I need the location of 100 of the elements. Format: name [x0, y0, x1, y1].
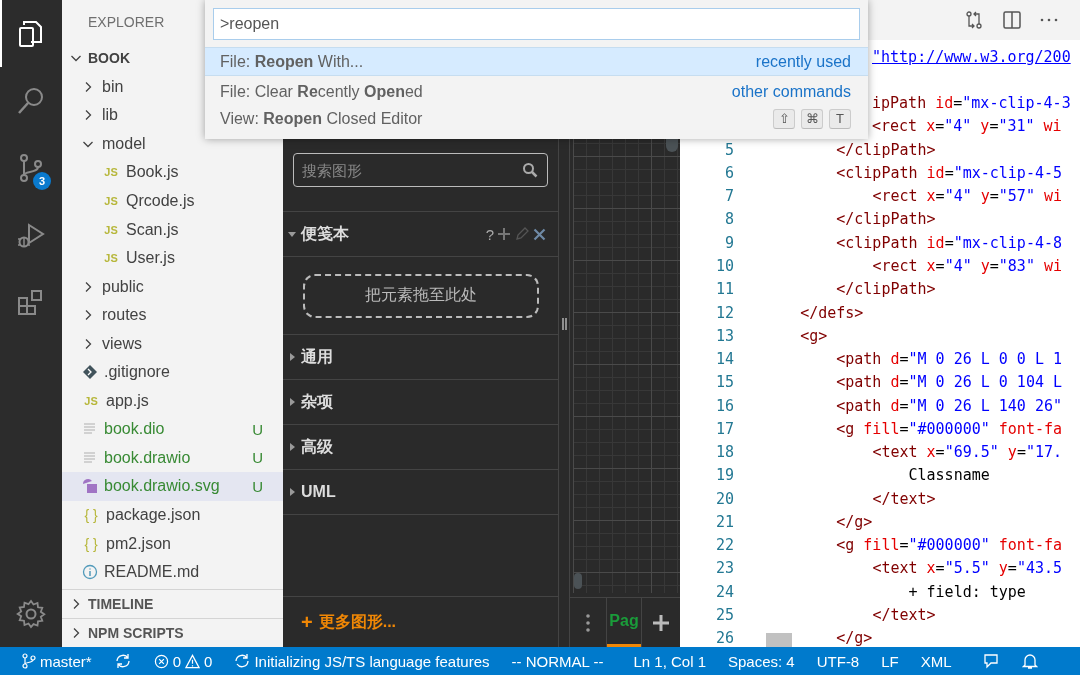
file-name: app.js	[106, 391, 149, 410]
problems-status[interactable]: 0 0	[153, 652, 213, 670]
file-item[interactable]: book.drawio.svg U	[62, 472, 283, 501]
scrollbar-thumb[interactable]	[574, 573, 582, 589]
file-item[interactable]: .gitignore	[62, 358, 283, 387]
language-status[interactable]: XML	[920, 652, 952, 670]
js-file-icon: JS	[102, 166, 120, 179]
scrollbar-thumb[interactable]	[766, 633, 792, 647]
folder-name: lib	[102, 106, 118, 125]
git-status-label: U	[252, 477, 263, 495]
command-item[interactable]: View: Reopen Closed Editor ⇧ ⌘ T	[205, 105, 868, 132]
command-item[interactable]: File: Reopen With... recently used	[205, 47, 868, 76]
code-line: </clipPath>	[836, 280, 936, 299]
folder-item[interactable]: model	[62, 129, 283, 159]
line-number: 8	[723, 210, 735, 229]
line-number: 11	[714, 280, 735, 299]
git-status-label: U	[252, 449, 263, 467]
folder-item[interactable]: public	[62, 272, 283, 301]
file-name: book.drawio	[104, 448, 191, 467]
group-label: other commands	[731, 82, 851, 101]
line-number: 19	[714, 466, 735, 485]
command-input[interactable]: >reopen	[213, 8, 860, 40]
command-label: File: Clear Recently Opened	[220, 82, 423, 101]
section-title: 通用	[301, 346, 333, 367]
split-editor-icon[interactable]	[1002, 10, 1022, 30]
splitter-handle-icon[interactable]	[561, 317, 567, 330]
indentation-status[interactable]: Spaces: 4	[728, 652, 795, 670]
line-number: 22	[714, 536, 735, 555]
file-name: package.json	[106, 506, 201, 524]
folder-name: public	[102, 277, 144, 296]
kebab-menu-icon[interactable]	[586, 613, 590, 632]
drop-zone[interactable]: 把元素拖至此处	[302, 273, 539, 318]
shape-section-header[interactable]: 便笺本 ?	[283, 211, 558, 257]
code-line: </g>	[836, 512, 873, 531]
file-name: .gitignore	[104, 363, 170, 382]
js-file-icon: JS	[102, 252, 120, 265]
line-number: 26	[714, 629, 735, 647]
group-label: recently used	[755, 52, 851, 71]
command-label: File: Reopen With...	[220, 52, 364, 71]
braces-icon: { }	[82, 507, 100, 523]
line-number: 15	[714, 373, 735, 392]
line-number: 17	[714, 419, 735, 438]
file-name: book.drawio.svg	[104, 477, 220, 496]
help-mark[interactable]: ?	[485, 225, 494, 243]
panel-title: EXPLORER	[88, 14, 165, 30]
js-file-icon: JS	[102, 195, 120, 207]
feedback-icon[interactable]	[981, 652, 1000, 670]
file-name: pm2.json	[106, 534, 171, 553]
progress-status[interactable]: Initializing JS/TS language features	[234, 652, 490, 670]
file-item[interactable]: book.dio U	[62, 415, 283, 444]
line-number: 5	[723, 140, 735, 159]
section-title: 杂项	[301, 391, 333, 412]
sync-icon[interactable]	[113, 653, 132, 669]
settings-icon[interactable]	[15, 597, 47, 630]
diamond-icon	[82, 364, 98, 381]
code-line: </text>	[872, 489, 936, 508]
js-file-icon: JS	[102, 223, 120, 236]
file-item[interactable]: JS app.js	[62, 386, 283, 416]
plus-icon[interactable]	[497, 227, 511, 241]
folder-name: views	[102, 334, 142, 353]
code-line: <text x="5.5" y="43.5	[872, 559, 1063, 578]
command-item[interactable]: File: Clear Recently Opened other commands	[205, 78, 868, 105]
encoding-status[interactable]: UTF-8	[816, 652, 860, 670]
folder-item[interactable]: views	[62, 329, 283, 358]
cursor-position[interactable]: Ln 1, Col 1	[633, 652, 706, 670]
search-field[interactable]: 搜索图形	[293, 153, 548, 187]
file-item[interactable]: README.md	[62, 557, 283, 587]
line-ending-status[interactable]: LF	[881, 652, 899, 670]
line-number: 16	[714, 396, 735, 415]
line-number: 25	[714, 606, 735, 624]
compare-icon[interactable]	[964, 10, 984, 30]
line-number: 10	[714, 257, 735, 275]
file-item[interactable]: JS Qrcode.js	[62, 186, 283, 216]
code-line: </defs>	[800, 303, 864, 322]
file-name: README.md	[104, 563, 200, 582]
key-cap: ⌘	[801, 108, 823, 129]
folder-name: routes	[102, 306, 147, 325]
file-item[interactable]: JS Book.js	[62, 158, 283, 187]
code-line: <clipPath id="mx-clip-4-5	[836, 163, 1063, 182]
code-line: ipPath id="mx-clip-4-3	[872, 94, 1071, 113]
more-icon[interactable]	[1040, 18, 1058, 22]
line-number: 20	[714, 489, 735, 508]
file-item[interactable]: { } pm2.json	[62, 529, 283, 558]
file-item[interactable]: book.drawio U	[62, 443, 283, 473]
file-name: User.js	[126, 249, 175, 268]
file-item[interactable]: JS User.js	[62, 243, 283, 273]
bell-icon[interactable]	[1021, 652, 1038, 670]
file-name: book.dio	[104, 420, 165, 439]
file-item[interactable]: { } package.json	[62, 500, 283, 530]
spinner-icon	[234, 653, 251, 669]
code-line: + field: type	[908, 582, 1026, 601]
file-item[interactable]: JS Scan.js	[62, 215, 283, 244]
folder-item[interactable]: routes	[62, 300, 283, 330]
close-icon[interactable]	[533, 227, 546, 241]
command-label: View: Reopen Closed Editor	[220, 109, 423, 128]
branch-status[interactable]: master*	[22, 652, 92, 670]
plus-icon[interactable]	[652, 613, 670, 632]
lines-icon	[82, 449, 98, 466]
code-line: <g fill="#000000" font-fa	[836, 419, 1063, 438]
folder-name: BOOK	[88, 50, 130, 67]
